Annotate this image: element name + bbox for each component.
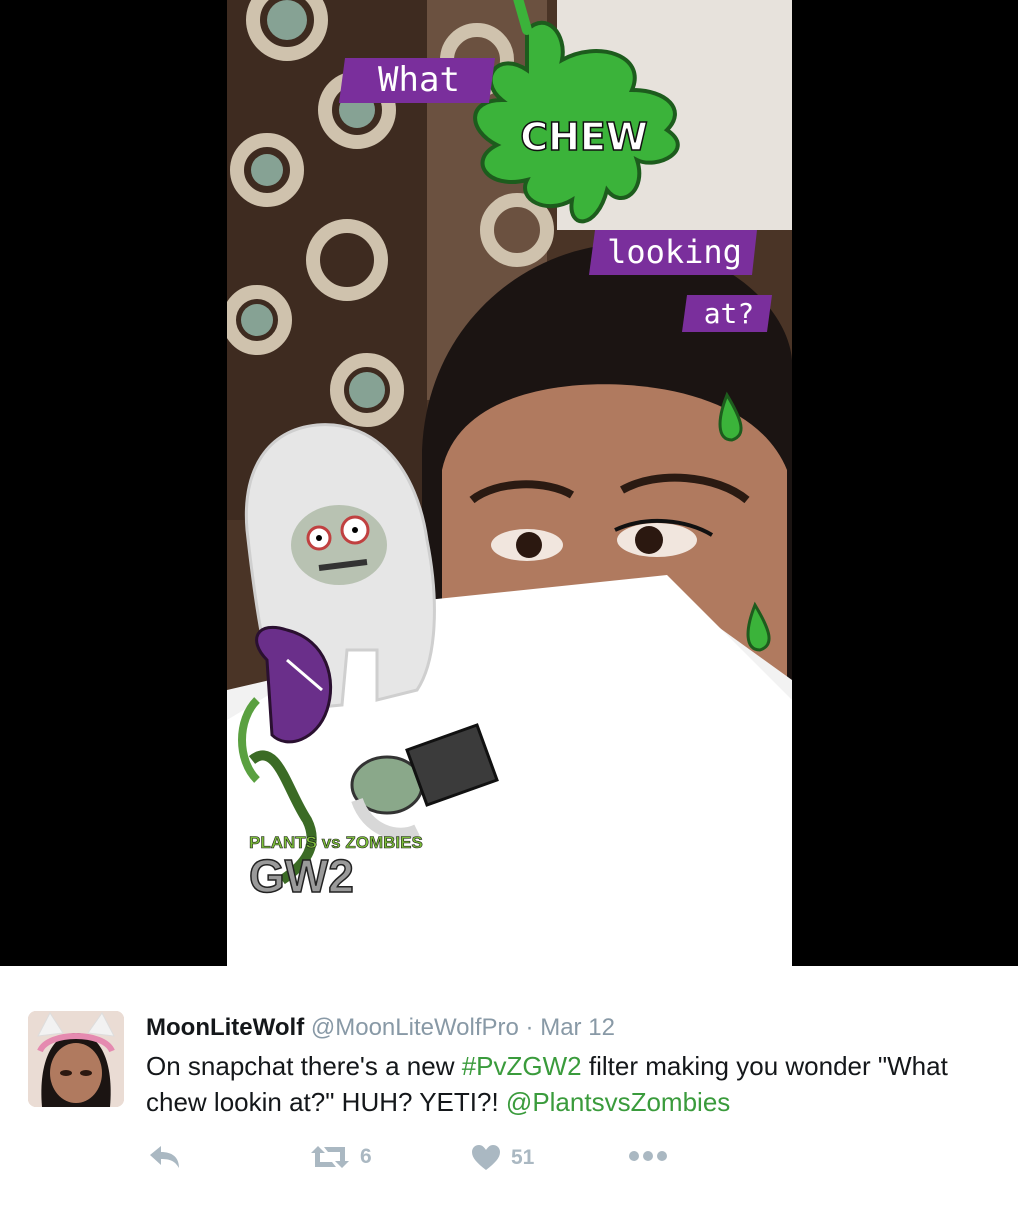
more-button[interactable] — [628, 1150, 668, 1162]
retweet-count: 6 — [360, 1145, 372, 1168]
reply-icon — [150, 1146, 179, 1168]
tweet-date[interactable]: Mar 12 — [540, 1014, 615, 1041]
more-icon — [629, 1151, 667, 1161]
tweet-text-part1: On snapchat there's a new — [146, 1051, 462, 1081]
tweet: MoonLiteWolf @MoonLiteWolfPro · Mar 12 O… — [0, 966, 1018, 1205]
tweet-text: On snapchat there's a new #PvZGW2 filter… — [146, 1048, 986, 1120]
sticker-word-chew: CHEW — [519, 114, 648, 160]
heart-icon — [472, 1145, 500, 1170]
separator-dot: · — [525, 1014, 534, 1041]
tweet-header: MoonLiteWolf @MoonLiteWolfPro · Mar 12 — [146, 1013, 615, 1043]
avatar[interactable] — [28, 1011, 124, 1107]
hashtag-link[interactable]: #PvZGW2 — [462, 1051, 582, 1081]
retweet-button[interactable]: 6 — [310, 1144, 372, 1170]
tweet-actions: 6 51 — [0, 1138, 1018, 1178]
display-name[interactable]: MoonLiteWolf — [146, 1014, 304, 1041]
like-count: 51 — [511, 1145, 535, 1169]
tweet-media[interactable]: PLANTS vs ZOMBIES GW2 What CHEW looking … — [0, 0, 1018, 966]
mention-link[interactable]: @PlantsvsZombies — [506, 1087, 730, 1117]
user-handle[interactable]: @MoonLiteWolfPro — [311, 1014, 519, 1041]
avatar-image — [28, 1011, 124, 1107]
sticker-word-what: What — [378, 60, 460, 100]
sticker-word-at: at? — [703, 297, 755, 330]
retweet-icon — [311, 1146, 349, 1168]
svg-text:GW2: GW2 — [249, 850, 354, 902]
sticker-word-looking: looking — [607, 233, 742, 271]
reply-button[interactable] — [148, 1144, 182, 1170]
like-button[interactable]: 51 — [471, 1144, 534, 1171]
snapchat-photo[interactable]: PLANTS vs ZOMBIES GW2 What CHEW looking … — [227, 0, 792, 966]
